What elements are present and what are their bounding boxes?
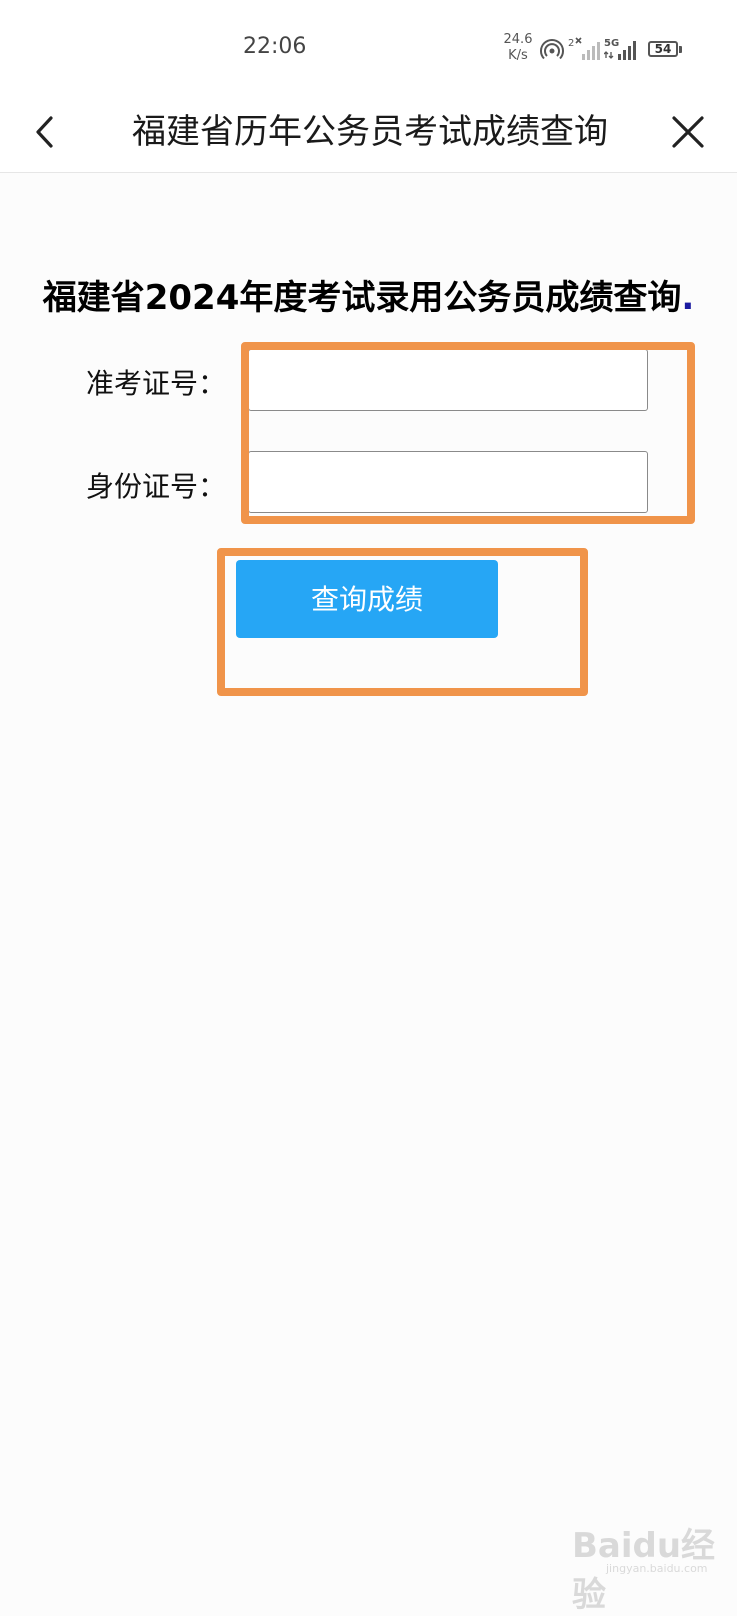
chevron-left-icon <box>36 116 53 148</box>
battery-icon: 54 <box>648 41 684 59</box>
network-speed-unit: K/s <box>508 48 528 63</box>
heading-dot: . <box>681 278 695 318</box>
battery-cap <box>679 46 682 53</box>
id-number-label: 身份证号： <box>86 470 227 503</box>
hotspot-icon <box>540 39 564 60</box>
close-icon <box>672 116 704 148</box>
nav-bar: 福建省历年公务员考试成绩查询 <box>0 96 737 173</box>
sim1-label: 2 <box>568 38 574 49</box>
status-time: 22:06 <box>243 34 307 59</box>
network-speed: 24.6 K/s <box>500 32 536 64</box>
signal-sim2-icon: 5G <box>604 38 636 60</box>
baidu-watermark: Baidu经验 jingyan.baidu.com <box>572 1510 722 1615</box>
form-heading-text: 福建省2024年度考试录用公务员成绩查询 <box>42 278 682 318</box>
signal-sim1-icon: 2 <box>568 37 600 60</box>
close-button[interactable] <box>664 108 712 156</box>
page-title: 福建省历年公务员考试成绩查询 <box>132 112 608 152</box>
battery-level: 54 <box>648 41 678 57</box>
sim2-label: 5G <box>604 38 619 49</box>
form-heading: 福建省2024年度考试录用公务员成绩查询. <box>0 270 737 319</box>
status-bar: 22:06 24.6 K/s 2 5G 54 <box>0 0 737 96</box>
id-number-input[interactable] <box>248 451 648 513</box>
query-score-button[interactable]: 查询成绩 <box>236 560 498 638</box>
watermark-site: jingyan.baidu.com <box>606 1562 708 1575</box>
network-speed-value: 24.6 <box>503 32 533 47</box>
ticket-number-input[interactable] <box>248 349 648 411</box>
ticket-number-label: 准考证号： <box>86 367 227 400</box>
back-button[interactable] <box>24 110 68 154</box>
